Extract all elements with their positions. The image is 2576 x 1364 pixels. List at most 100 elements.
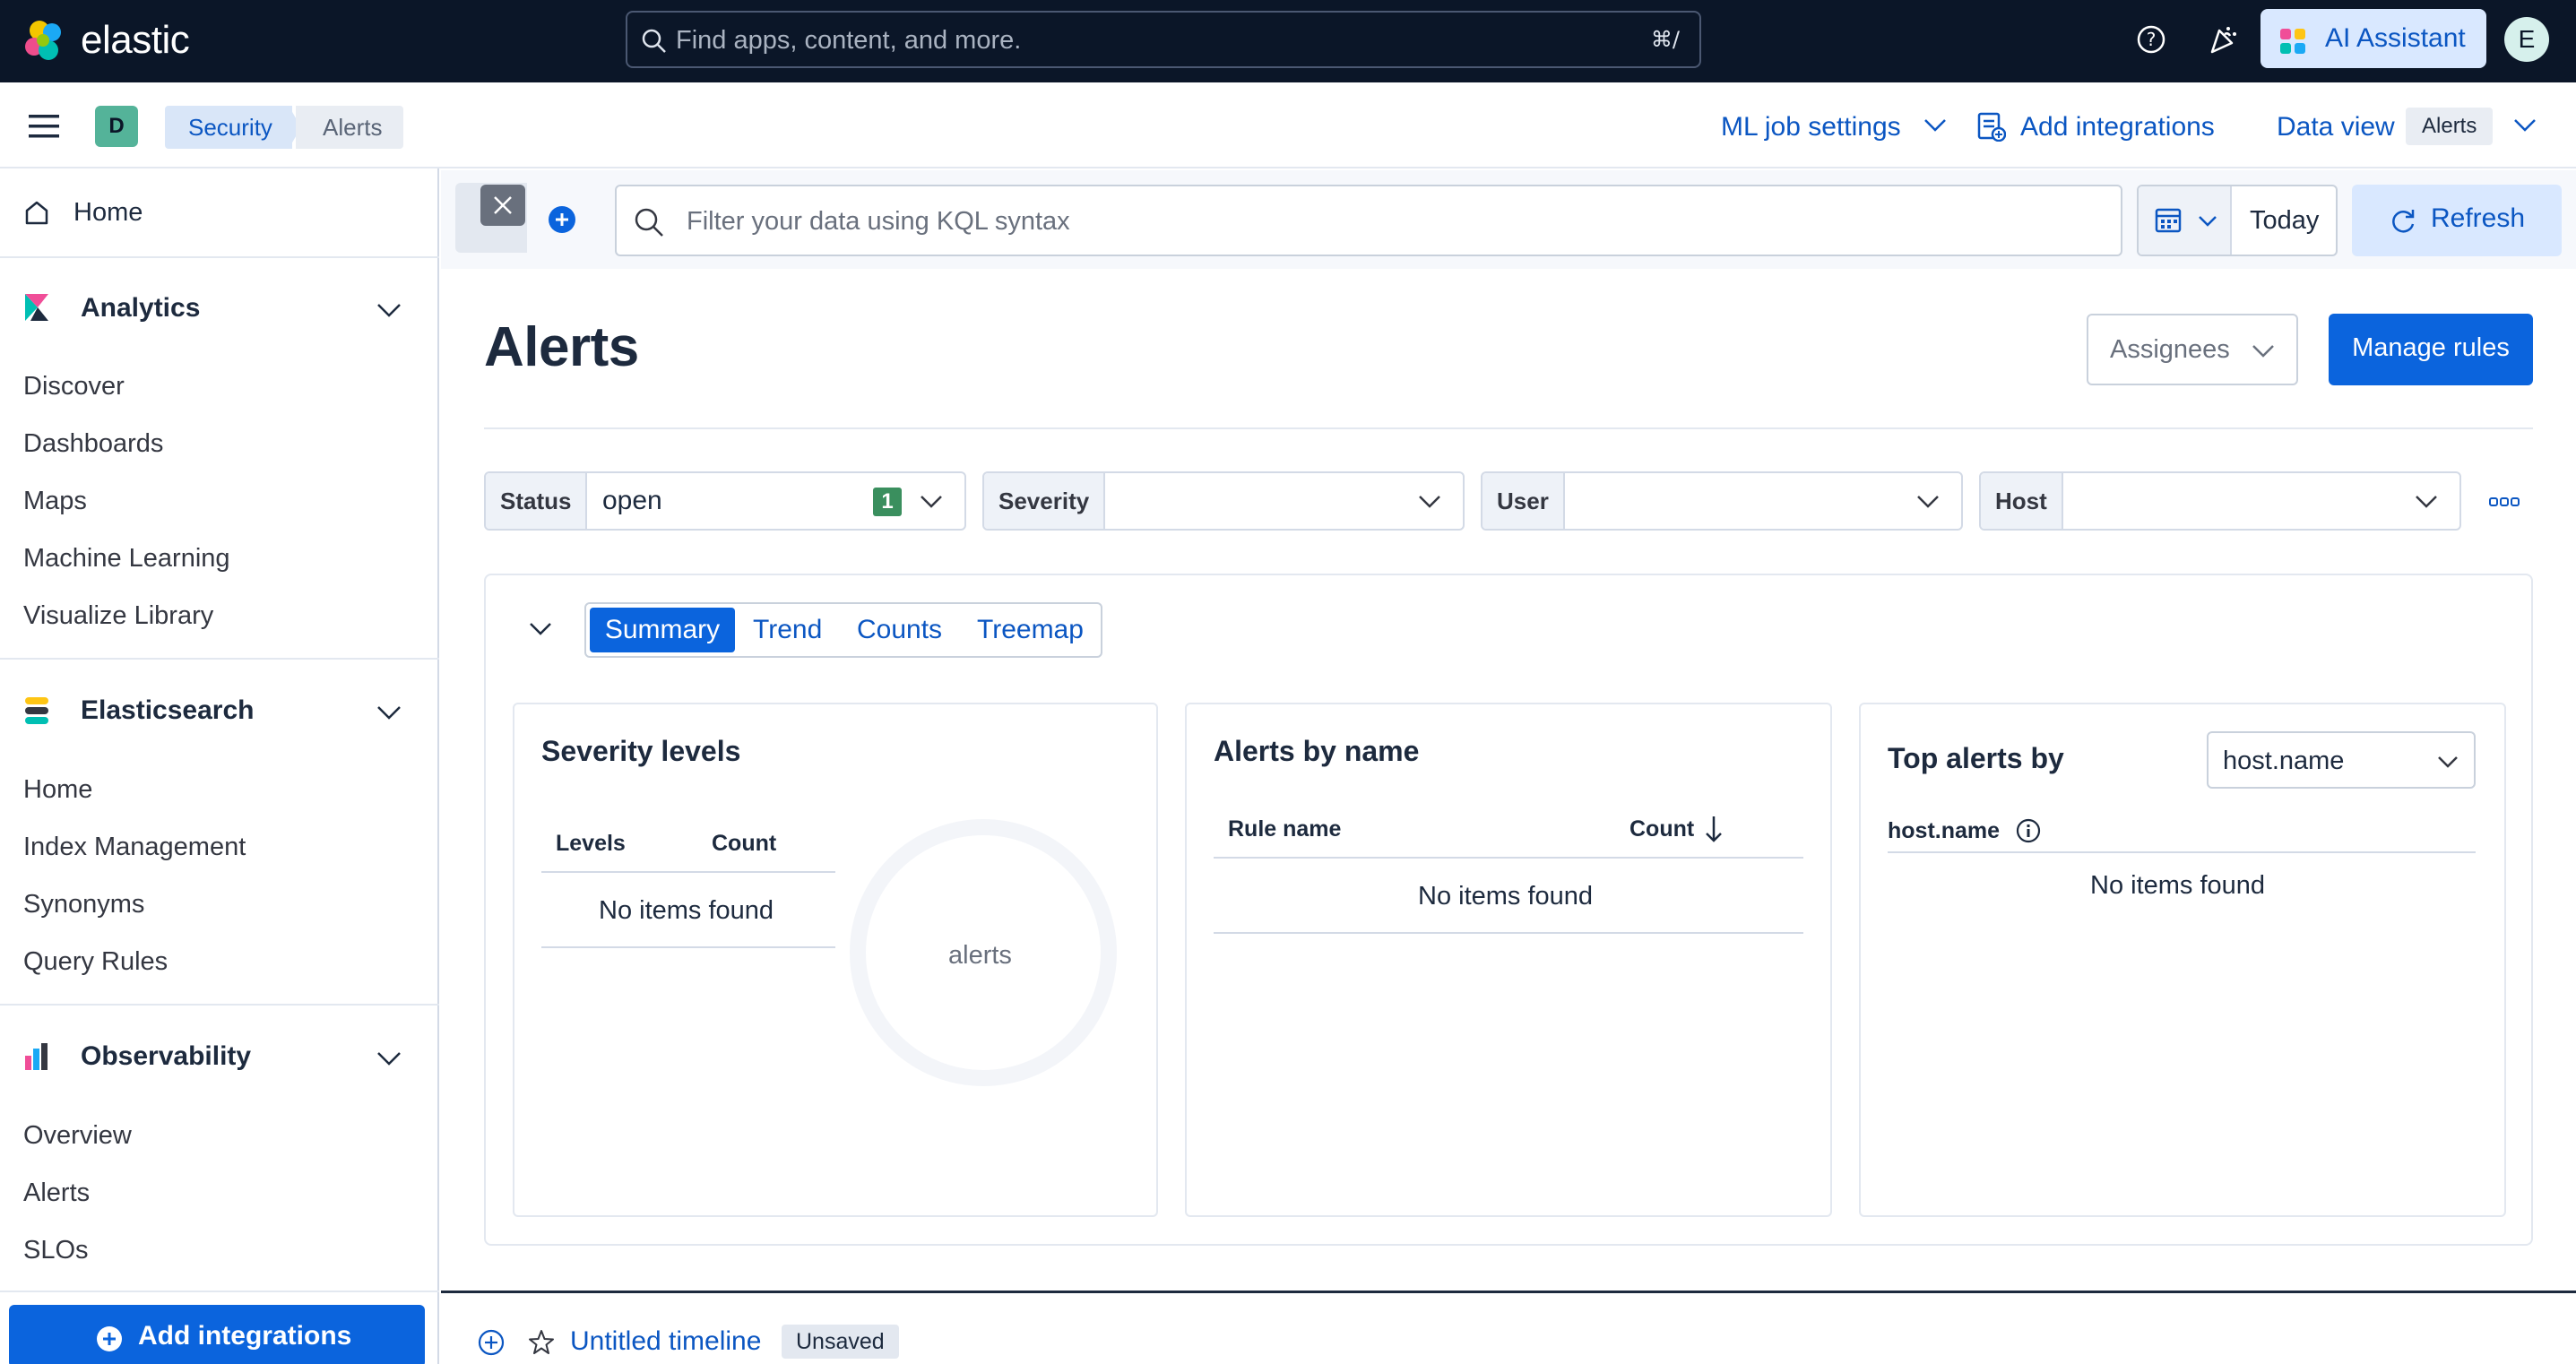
user-avatar[interactable]: E: [2504, 17, 2549, 62]
tab-treemap[interactable]: Treemap: [977, 608, 1084, 652]
data-view-badge[interactable]: Alerts: [2406, 108, 2494, 145]
search-icon: [633, 206, 665, 238]
sidebar-item-synonyms[interactable]: Synonyms: [23, 888, 144, 920]
ai-assistant-button[interactable]: AI Assistant: [2260, 9, 2486, 68]
add-to-timeline-icon[interactable]: [477, 1328, 506, 1357]
analytics-icon: [23, 292, 52, 323]
chevron-down-icon: [2199, 216, 2217, 227]
chevron-down-icon[interactable]: [375, 1049, 403, 1067]
ml-job-settings-button[interactable]: ML job settings: [1721, 109, 1901, 145]
sidebar-item-dashboards[interactable]: Dashboards: [23, 427, 163, 460]
chart-view-tabs: Summary Trend Counts Treemap: [584, 602, 1102, 658]
divider: [1888, 851, 2476, 853]
news-feed-icon[interactable]: [2205, 22, 2241, 57]
filter-label: User: [1482, 473, 1565, 529]
chevron-down-icon[interactable]: [2511, 117, 2538, 134]
divider: [1214, 932, 1803, 934]
close-icon[interactable]: [480, 185, 525, 226]
date-quick-menu-button[interactable]: [2139, 186, 2232, 255]
sidebar-item-overview[interactable]: Overview: [23, 1119, 132, 1152]
host-filter[interactable]: Host: [1979, 471, 2461, 531]
chevron-down-icon[interactable]: [375, 704, 403, 721]
empty-state: No items found: [599, 896, 774, 925]
brand-wordmark[interactable]: elastic: [81, 18, 190, 63]
chevron-down-icon: [2413, 493, 2440, 511]
sidebar-item-discover[interactable]: Discover: [23, 370, 125, 402]
column-header-levels[interactable]: Levels: [556, 830, 626, 857]
menu-toggle-icon[interactable]: [29, 113, 61, 140]
data-view-label[interactable]: Data view: [2277, 109, 2395, 145]
global-search-input[interactable]: Find apps, content, and more. ⌘/: [626, 11, 1701, 68]
calendar-icon: [2155, 208, 2182, 233]
help-icon[interactable]: ?: [2133, 22, 2169, 57]
chevron-down-icon[interactable]: [375, 301, 403, 319]
kql-placeholder: Filter your data using KQL syntax: [687, 207, 1070, 236]
divider: [1214, 857, 1803, 859]
card-title: Top alerts by: [1888, 742, 2064, 774]
sidebar-group-analytics[interactable]: Analytics: [81, 292, 200, 324]
home-icon[interactable]: [23, 199, 50, 226]
divider: [484, 427, 2533, 429]
empty-state: No items found: [2090, 871, 2266, 900]
sidebar-item-maps[interactable]: Maps: [23, 485, 87, 517]
group-by-field-select[interactable]: host.name: [2207, 731, 2476, 789]
sidebar-item-home[interactable]: Home: [73, 196, 143, 229]
severity-filter[interactable]: Severity: [982, 471, 1465, 531]
kql-search-input[interactable]: Filter your data using KQL syntax: [615, 185, 2122, 256]
plus-circle-icon: [95, 1325, 124, 1353]
add-integrations-link[interactable]: Add integrations: [2020, 109, 2215, 145]
filter-label: Severity: [984, 473, 1106, 529]
timeline-title-link[interactable]: Untitled timeline: [570, 1325, 761, 1359]
elastic-logo-icon[interactable]: [22, 18, 68, 65]
chevron-down-icon[interactable]: [1922, 117, 1949, 134]
divider: [541, 946, 835, 948]
sidebar-item-index-management[interactable]: Index Management: [23, 831, 246, 863]
user-filter[interactable]: User: [1481, 471, 1963, 531]
observability-icon: [23, 1041, 52, 1072]
tab-trend[interactable]: Trend: [753, 608, 822, 652]
column-header-host-name[interactable]: host.name: [1888, 817, 2000, 844]
manage-rules-button[interactable]: Manage rules: [2329, 314, 2533, 385]
breadcrumb-security[interactable]: Security: [165, 106, 292, 149]
more-filters-icon[interactable]: [2488, 495, 2520, 509]
status-filter[interactable]: Status open 1: [484, 471, 966, 531]
sidebar-item-query-rules[interactable]: Query Rules: [23, 945, 168, 978]
add-integrations-button[interactable]: Add integrations: [9, 1305, 425, 1364]
tab-summary[interactable]: Summary: [590, 608, 735, 652]
sidebar-item-es-home[interactable]: Home: [23, 773, 92, 806]
space-avatar[interactable]: D: [95, 106, 138, 147]
sidebar-item-machine-learning[interactable]: Machine Learning: [23, 542, 230, 574]
info-icon[interactable]: [2015, 817, 2042, 844]
refresh-button[interactable]: Refresh: [2352, 185, 2562, 256]
filter-label: Host: [1981, 473, 2063, 529]
filter-count-badge: 1: [873, 488, 902, 516]
search-shortcut: ⌘/: [1650, 27, 1680, 52]
manage-rules-label: Manage rules: [2352, 333, 2510, 362]
assignees-filter-button[interactable]: Assignees: [2087, 314, 2298, 385]
sidebar-item-slos[interactable]: SLOs: [23, 1234, 89, 1266]
date-picker[interactable]: Today: [2137, 185, 2338, 256]
assignees-label: Assignees: [2110, 335, 2230, 364]
ai-assistant-label: AI Assistant: [2325, 23, 2466, 53]
column-header-count[interactable]: Count: [712, 830, 776, 857]
tab-counts[interactable]: Counts: [857, 608, 942, 652]
integrations-icon[interactable]: [1975, 111, 2006, 142]
sidebar-group-observability[interactable]: Observability: [81, 1040, 251, 1073]
sidebar-item-alerts[interactable]: Alerts: [23, 1177, 90, 1209]
column-header-rule-name[interactable]: Rule name: [1228, 816, 1341, 842]
column-header-count[interactable]: Count: [1629, 816, 1694, 842]
sort-descending-icon[interactable]: [1703, 814, 1725, 844]
divider: [0, 256, 439, 258]
add-filter-icon[interactable]: [547, 204, 577, 235]
filter-value: open: [602, 486, 662, 515]
svg-text:?: ?: [2147, 29, 2157, 50]
chevron-down-icon: [918, 493, 945, 511]
date-range-label[interactable]: Today: [2250, 204, 2319, 237]
favorite-star-icon[interactable]: [527, 1328, 556, 1357]
timeline-status-badge: Unsaved: [782, 1325, 899, 1359]
add-integrations-label: Add integrations: [138, 1321, 352, 1351]
sidebar-item-visualize-library[interactable]: Visualize Library: [23, 600, 213, 632]
sidebar-group-elasticsearch[interactable]: Elasticsearch: [81, 695, 254, 727]
chevron-down-icon[interactable]: [527, 620, 554, 638]
refresh-icon: [2388, 206, 2418, 237]
